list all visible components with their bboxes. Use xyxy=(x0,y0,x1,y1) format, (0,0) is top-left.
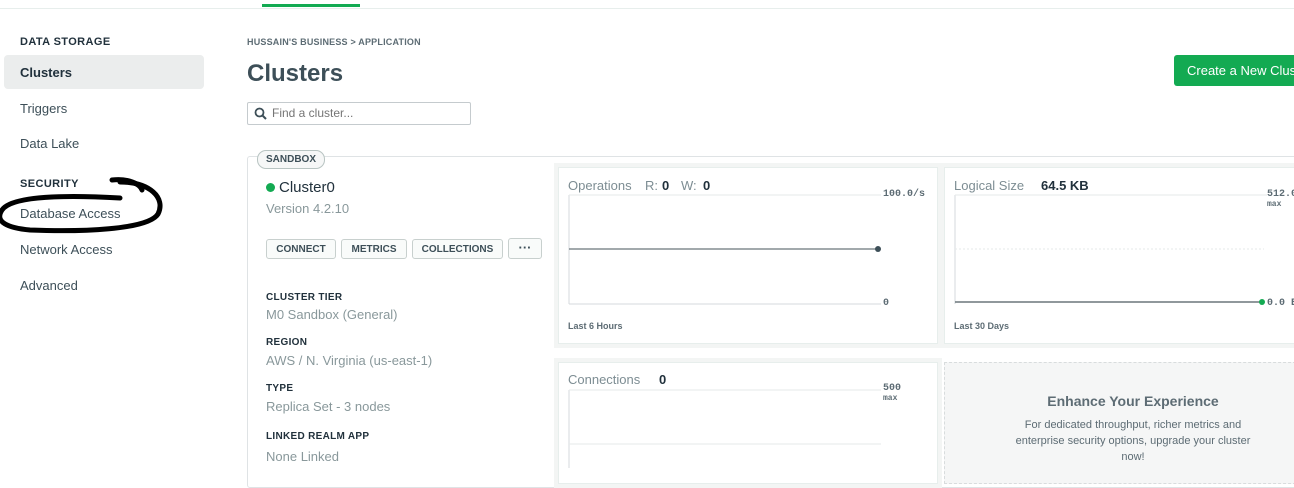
connections-axis-max-sub: max xyxy=(883,394,898,403)
logical-size-axis-max: 512.0 MB xyxy=(1267,189,1294,200)
operations-r-value: 0 xyxy=(662,178,670,193)
sidebar-item-clusters[interactable]: Clusters xyxy=(20,65,72,80)
logical-size-axis-min: 0.0 B xyxy=(1267,298,1294,309)
connect-button[interactable]: CONNECT xyxy=(266,239,336,259)
search-icon xyxy=(254,107,267,120)
operations-w-value: 0 xyxy=(703,178,711,193)
region-value: AWS / N. Virginia (us-east-1) xyxy=(266,353,433,368)
operations-title: Operations xyxy=(568,178,632,193)
top-nav-bar xyxy=(0,0,1294,9)
upgrade-promo-line-3: now! xyxy=(1121,451,1145,463)
linked-realm-app-label: LINKED REALM APP xyxy=(266,431,370,442)
logical-size-chart xyxy=(954,194,1267,305)
search-box xyxy=(247,102,471,125)
operations-w-label: W: xyxy=(681,178,697,193)
metrics-button[interactable]: METRICS xyxy=(341,239,407,259)
upgrade-promo-line-2: enterprise security options, upgrade you… xyxy=(1015,435,1251,447)
sidebar-item-network-access[interactable]: Network Access xyxy=(20,242,112,257)
sidebar-item-data-lake[interactable]: Data Lake xyxy=(20,136,79,151)
sidebar-item-triggers[interactable]: Triggers xyxy=(20,101,67,116)
more-options-button[interactable]: ··· xyxy=(508,238,542,259)
active-tab-indicator xyxy=(262,4,360,7)
type-label: TYPE xyxy=(266,383,294,394)
cluster-name[interactable]: Cluster0 xyxy=(279,179,335,196)
logical-size-value: 64.5 KB xyxy=(1041,178,1089,193)
sandbox-badge: SANDBOX xyxy=(257,150,326,169)
operations-last-point xyxy=(875,246,881,252)
collections-button[interactable]: COLLECTIONS xyxy=(412,239,503,259)
page-title: Clusters xyxy=(247,60,344,87)
upgrade-promo-line-1: For dedicated throughput, richer metrics… xyxy=(1024,419,1242,431)
operations-timeframe: Last 6 Hours xyxy=(568,321,623,331)
connections-chart xyxy=(568,389,881,468)
search-input[interactable] xyxy=(272,105,462,121)
cluster-tier-value: M0 Sandbox (General) xyxy=(266,307,398,322)
connections-axis-max: 500 xyxy=(883,383,902,394)
cluster-status-dot xyxy=(266,183,275,192)
logical-size-timeframe: Last 30 Days xyxy=(954,321,1010,331)
sidebar-item-advanced[interactable]: Advanced xyxy=(20,278,78,293)
operations-chart xyxy=(568,194,881,305)
logical-size-title: Logical Size xyxy=(954,178,1025,193)
connections-value: 0 xyxy=(659,372,667,387)
type-value: Replica Set - 3 nodes xyxy=(266,399,391,414)
sidebar-section-data-storage: DATA STORAGE xyxy=(20,36,111,48)
linked-realm-app-value: None Linked xyxy=(266,449,339,464)
logical-size-axis-max-sub: max xyxy=(1267,200,1282,209)
operations-axis-max: 100.0/s xyxy=(883,189,926,200)
operations-axis-min: 0 xyxy=(883,298,890,309)
create-new-cluster-button[interactable]: Create a New Cluster xyxy=(1174,55,1294,86)
operations-r-label: R: xyxy=(645,178,658,193)
logical-size-last-point xyxy=(1259,299,1265,305)
cluster-tier-label: CLUSTER TIER xyxy=(266,292,343,303)
connections-title: Connections xyxy=(568,372,641,387)
breadcrumb: HUSSAIN'S BUSINESS > APPLICATION xyxy=(247,37,421,47)
region-label: REGION xyxy=(266,337,308,348)
cluster-version: Version 4.2.10 xyxy=(266,201,350,216)
hand-drawn-annotation-circle xyxy=(0,177,163,234)
upgrade-promo-title: Enhance Your Experience xyxy=(1047,393,1219,409)
